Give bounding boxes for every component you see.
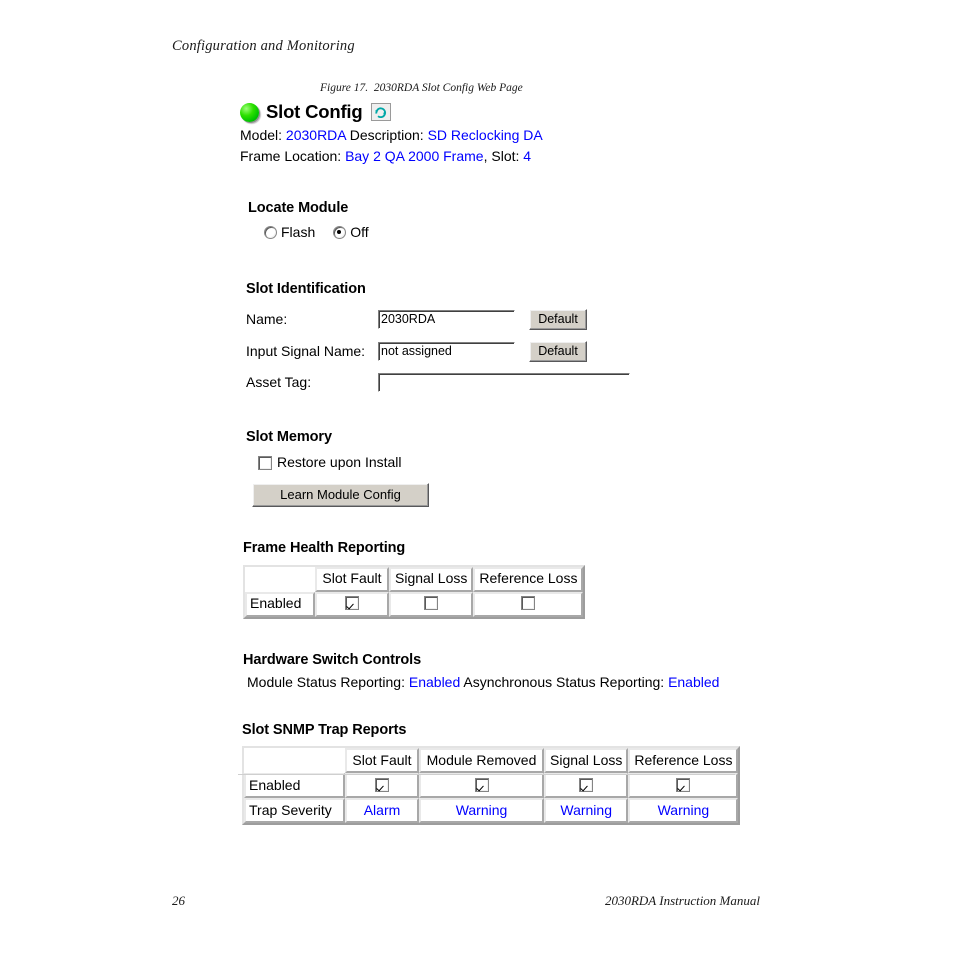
page-number: 26 [172, 893, 185, 908]
slot-snmp-trap-reports-heading: Slot SNMP Trap Reports [242, 722, 407, 739]
restore-upon-install-checkbox[interactable] [258, 455, 272, 470]
page-title-row: Slot Config [240, 100, 760, 124]
table-row: Enabled [244, 773, 739, 799]
frame-location-line: Frame Location: Bay 2 QA 2000 Frame, Slo… [240, 148, 760, 166]
table-row: Enabled [245, 591, 584, 617]
column-header-signal-loss: Signal Loss [389, 566, 474, 592]
module-status-reporting-label: Module Status Reporting: [247, 673, 405, 690]
severity-signal-loss[interactable]: Warning [544, 798, 629, 824]
column-header-module-removed: Module Removed [419, 748, 544, 774]
checkbox-trap-signal-loss[interactable] [579, 778, 594, 792]
slot-snmp-trap-reports-table: Slot Fault Module Removed Signal Loss Re… [242, 746, 741, 826]
frame-health-reporting-section: Frame Health Reporting Slot Fault Signal… [243, 539, 760, 619]
frame-location-label: Frame Location: [240, 147, 342, 164]
hardware-switch-status-line: Module Status Reporting: Enabled Asynchr… [247, 674, 760, 692]
module-status-reporting-value: Enabled [408, 673, 461, 690]
cell-enabled-module-removed [419, 773, 544, 799]
asset-tag-row: Asset Tag: [246, 372, 760, 392]
locate-module-heading: Locate Module [248, 200, 349, 216]
slot-memory-section: Slot Memory Restore upon Install Learn M… [246, 428, 760, 508]
model-value: 2030RDA [285, 127, 346, 143]
page-title: Slot Config [266, 101, 363, 123]
restore-upon-install-row: Restore upon Install [258, 454, 760, 472]
slot-identification-section: Slot Identification Name: 2030RDA Defaul… [246, 280, 760, 392]
table-header-row: Slot Fault Module Removed Signal Loss Re… [244, 748, 739, 774]
checkbox-trap-reference-loss[interactable] [676, 778, 691, 792]
green-led-icon [240, 102, 259, 122]
checkbox-health-signal-loss[interactable] [424, 596, 439, 611]
learn-module-config-button[interactable]: Learn Module Config [252, 483, 429, 508]
column-header-reference-loss: Reference Loss [473, 566, 584, 592]
slot-memory-heading: Slot Memory [246, 428, 332, 445]
frame-location-value: Bay 2 QA 2000 Frame [345, 147, 484, 164]
footer-manual-title: 2030RDA Instruction Manual [604, 893, 760, 908]
severity-module-removed[interactable]: Warning [419, 798, 544, 824]
description-label: Description: [349, 127, 424, 143]
input-signal-name-default-button[interactable]: Default [529, 340, 587, 362]
model-description-line: Model: 2030RDA Description: SD Reclockin… [240, 127, 760, 145]
column-header-slot-fault: Slot Fault [345, 748, 419, 774]
input-signal-name-row: Input Signal Name: not assigned Default [246, 340, 760, 362]
running-head: Configuration and Monitoring [172, 38, 355, 54]
async-status-reporting-label: Asynchronous Status Reporting: [463, 673, 665, 690]
name-row: Name: 2030RDA Default [246, 308, 760, 330]
input-signal-name-label: Input Signal Name: [246, 342, 366, 359]
frame-health-reporting-table: Slot Fault Signal Loss Reference Loss En… [243, 564, 586, 619]
slot-identification-heading: Slot Identification [246, 280, 366, 297]
name-default-button[interactable]: Default [529, 308, 587, 330]
description-value: SD Reclocking DA [427, 127, 543, 143]
name-input[interactable]: 2030RDA [378, 309, 515, 329]
screenshot-bottom-edge [238, 774, 735, 775]
checkbox-trap-module-removed[interactable] [474, 778, 489, 792]
async-status-reporting-value: Enabled [668, 673, 720, 690]
column-header-slot-fault: Slot Fault [315, 566, 389, 592]
corner-cell [245, 566, 315, 592]
radio-off-label: Off [350, 224, 369, 241]
severity-reference-loss[interactable]: Warning [628, 798, 739, 824]
radio-flash-label: Flash [281, 224, 316, 241]
asset-tag-input[interactable] [378, 372, 630, 392]
column-header-reference-loss: Reference Loss [628, 748, 739, 774]
refresh-icon[interactable] [371, 103, 392, 121]
slot-label: Slot: [491, 147, 520, 164]
cell-enabled-reference-loss [473, 591, 584, 617]
column-header-signal-loss: Signal Loss [544, 748, 629, 774]
corner-cell [244, 748, 345, 774]
name-label: Name: [246, 310, 288, 327]
restore-upon-install-label: Restore upon Install [277, 453, 402, 470]
row-label-enabled: Enabled [244, 773, 345, 799]
input-signal-name-input[interactable]: not assigned [378, 341, 515, 361]
cell-enabled-signal-loss [389, 591, 474, 617]
row-label-enabled: Enabled [245, 591, 315, 617]
comma-separator: , [483, 147, 488, 164]
frame-health-reporting-heading: Frame Health Reporting [243, 540, 406, 557]
table-header-row: Slot Fault Signal Loss Reference Loss [245, 566, 584, 592]
locate-module-section: Locate Module Flash Off [248, 199, 760, 242]
cell-enabled-slot-fault [315, 591, 389, 617]
hardware-switch-controls-heading: Hardware Switch Controls [243, 651, 422, 668]
checkbox-health-reference-loss[interactable] [521, 596, 536, 611]
cell-enabled-signal-loss [544, 773, 629, 799]
slot-config-web-page: Slot Config Model: 2030RDA Description: … [240, 100, 760, 826]
model-label: Model: [240, 127, 283, 143]
radio-flash[interactable] [264, 226, 277, 240]
figure-caption: Figure 17. 2030RDA Slot Config Web Page [320, 82, 523, 94]
table-row: Trap Severity Alarm Warning Warning Warn… [244, 798, 739, 824]
hardware-switch-controls-section: Hardware Switch Controls Module Status R… [243, 651, 760, 692]
checkbox-health-slot-fault[interactable] [345, 596, 359, 611]
cell-enabled-slot-fault [345, 773, 419, 799]
severity-slot-fault[interactable]: Alarm [345, 798, 419, 824]
checkbox-trap-slot-fault[interactable] [375, 778, 389, 792]
row-label-trap-severity: Trap Severity [244, 798, 345, 824]
asset-tag-label: Asset Tag: [246, 373, 312, 390]
locate-module-radio-group: Flash Off [264, 224, 760, 242]
cell-enabled-reference-loss [628, 773, 739, 799]
slot-value: 4 [523, 147, 532, 164]
radio-off[interactable] [333, 226, 347, 240]
